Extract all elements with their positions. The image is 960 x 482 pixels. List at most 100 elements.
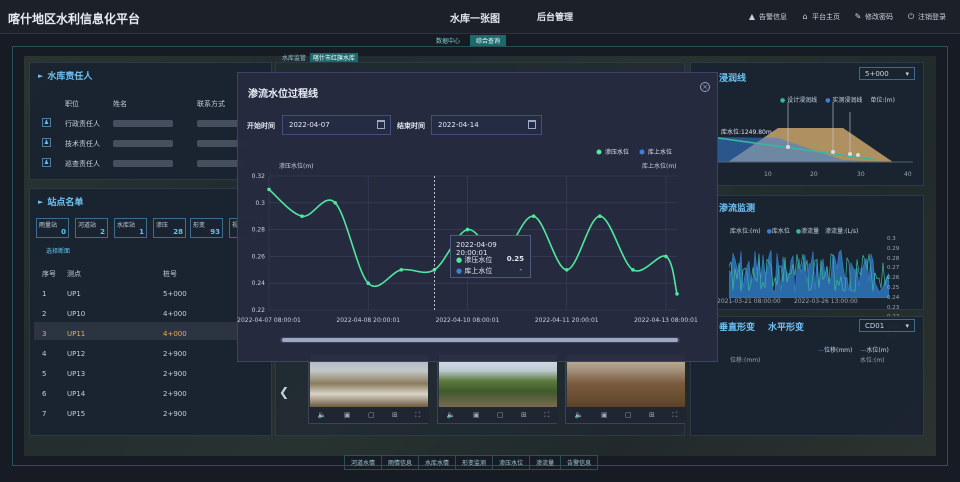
data-point — [465, 227, 470, 232]
alert-info-button[interactable]: ▲ 告警信息 — [748, 12, 787, 22]
svg-text:10: 10 — [764, 171, 772, 178]
seepage-legend: 库水位:(m) ●库水位 ●渗流量 渗流量:(L/s) — [730, 228, 859, 235]
start-date-input[interactable]: 2022-04-07 — [282, 115, 391, 135]
layout-icon[interactable]: ⊞ — [649, 411, 655, 419]
station-point[interactable]: UP11 — [67, 330, 85, 338]
record-icon[interactable]: ▢ — [625, 411, 632, 419]
nav-reservoir-map[interactable]: 水库一张图 — [450, 10, 500, 25]
stat-river[interactable]: 河道站 2 — [75, 218, 108, 238]
record-icon[interactable]: ▢ — [497, 411, 504, 419]
tab-data-center[interactable]: 数据中心 — [430, 35, 466, 46]
breadcrumb-item[interactable]: 水库监管 — [282, 53, 306, 62]
col-header: 联系方式 — [197, 100, 225, 108]
change-password-button[interactable]: ✎ 修改密码 — [854, 12, 893, 22]
station-point[interactable]: UP13 — [67, 370, 85, 378]
stat-seepage[interactable]: 渗压 28 — [153, 218, 186, 238]
start-time-label: 开始时间 — [247, 122, 275, 130]
station-point[interactable]: UP14 — [67, 390, 85, 398]
close-icon[interactable]: × — [700, 82, 710, 92]
station-pile[interactable]: 4+000 — [163, 330, 187, 338]
tab-vertical-deformation[interactable]: 垂直形变 — [719, 320, 755, 333]
prev-arrow-icon[interactable]: ❮ — [279, 385, 289, 399]
row-number[interactable]: 3 — [42, 330, 46, 338]
snapshot-icon[interactable]: ▣ — [601, 411, 608, 419]
nav-admin[interactable]: 后台管理 — [537, 10, 573, 23]
breadcrumb-item[interactable]: 喀什市红旗水库 — [310, 53, 359, 62]
station-pile[interactable]: 5+000 — [163, 290, 187, 298]
data-point — [300, 214, 304, 218]
bottom-tab[interactable]: 渗压水位 — [492, 455, 531, 470]
stat-deformation[interactable]: 形变 93 — [190, 218, 223, 238]
slider-handle[interactable] — [282, 338, 678, 342]
layout-icon[interactable]: ⊞ — [521, 411, 527, 419]
fullscreen-icon[interactable]: ⛶ — [415, 411, 420, 420]
bottom-tab[interactable]: 渗流量 — [529, 455, 562, 470]
row-number[interactable]: 1 — [42, 290, 46, 298]
section-select[interactable]: 5+000 ▾ — [859, 67, 915, 80]
fullscreen-icon[interactable]: ⛶ — [672, 411, 677, 420]
bottom-tab[interactable]: 告警信息 — [560, 455, 599, 470]
bottom-tab[interactable]: 形变监测 — [455, 455, 494, 470]
y-tick-label: 0.24 — [252, 280, 266, 287]
row-number[interactable]: 4 — [42, 350, 46, 358]
row-number[interactable]: 7 — [42, 410, 46, 418]
stat-reservoir[interactable]: 水库站 1 — [114, 218, 147, 238]
svg-text:40: 40 — [904, 171, 912, 178]
axis-tick-label: 0.27 — [887, 265, 900, 272]
legend-label: 库上水位 — [648, 148, 672, 156]
logout-button[interactable]: ⏻ 注销登录 — [907, 12, 946, 22]
tab-comprehensive-query[interactable]: 综合查询 — [470, 35, 507, 46]
snapshot-icon[interactable]: ▣ — [473, 411, 480, 419]
volume-icon[interactable]: 🔈 — [575, 411, 584, 419]
end-date-input[interactable]: 2022-04-14 — [431, 115, 542, 135]
select-section-link[interactable]: 选择断面 — [46, 246, 70, 255]
station-pile[interactable]: 2+900 — [163, 370, 187, 378]
row-number[interactable]: 2 — [42, 310, 46, 318]
sub-nav: 数据中心 综合查询 — [430, 35, 507, 46]
camera-feed[interactable]: 🔈 ▣ ▢ ⊞ ⛶ — [437, 353, 558, 424]
volume-icon[interactable]: 🔈 — [318, 411, 327, 419]
station-point[interactable]: UP15 — [67, 410, 85, 418]
fullscreen-icon[interactable]: ⛶ — [544, 411, 549, 420]
y-tick-label: 0.22 — [252, 307, 266, 314]
axis-tick-label: 0.29 — [887, 245, 900, 252]
layout-icon[interactable]: ⊞ — [392, 411, 398, 419]
camera-feed[interactable]: 🔈 ▣ ▢ ⊞ ⛶ — [308, 353, 429, 424]
infiltration-title: 浸润线 — [719, 74, 747, 84]
row-number[interactable]: 5 — [42, 370, 46, 378]
tab-horizontal-deformation[interactable]: 水平形变 — [768, 320, 804, 333]
station-pile[interactable]: 2+900 — [163, 410, 187, 418]
stat-rain[interactable]: 雨量站 0 — [36, 218, 69, 238]
col-header: 测点 — [67, 270, 81, 278]
point-select[interactable]: CD01 ▾ — [859, 319, 915, 332]
person-icon: ♟ — [42, 138, 51, 147]
station-point[interactable]: UP1 — [67, 290, 81, 298]
station-point[interactable]: UP12 — [67, 350, 85, 358]
station-pile[interactable]: 2+900 — [163, 350, 187, 358]
axis-tick-label: 0.23 — [887, 304, 900, 311]
y-axis-label: 渗压水位(m) — [279, 162, 314, 170]
chart-zoom-slider[interactable] — [280, 337, 680, 343]
snapshot-icon[interactable]: ▣ — [344, 411, 351, 419]
deformation-axis-left: 位移:(mm) — [730, 357, 761, 364]
tooltip-series-value: - — [519, 266, 522, 274]
bottom-tab[interactable]: 河道水情 — [344, 455, 383, 470]
station-pile[interactable]: 2+900 — [163, 390, 187, 398]
home-button[interactable]: ⌂ 平台主页 — [801, 12, 840, 22]
station-pile[interactable]: 4+000 — [163, 310, 187, 318]
bottom-tab[interactable]: 水库水情 — [418, 455, 457, 470]
edit-icon: ✎ — [854, 12, 862, 21]
seepage-chart — [729, 249, 889, 298]
volume-icon[interactable]: 🔈 — [447, 411, 456, 419]
station-point[interactable]: UP10 — [67, 310, 85, 318]
tooltip-series-value: 0.25 — [506, 255, 524, 263]
bottom-tab[interactable]: 雨情信息 — [381, 455, 420, 470]
row-number[interactable]: 6 — [42, 390, 46, 398]
end-time-label: 结束时间 — [397, 122, 425, 130]
tooltip-series-label: 库上水位 — [464, 267, 493, 275]
stations-title: ► 站点名单 — [38, 197, 84, 209]
record-icon[interactable]: ▢ — [368, 411, 375, 419]
svg-text:30: 30 — [857, 171, 865, 178]
top-bar: 喀什地区水利信息化平台 水库一张图 后台管理 ▲ 告警信息 ⌂ 平台主页 ✎ 修改密码… — [0, 0, 960, 34]
camera-feed[interactable]: 🔈 ▣ ▢ ⊞ ⛶ — [565, 353, 686, 424]
